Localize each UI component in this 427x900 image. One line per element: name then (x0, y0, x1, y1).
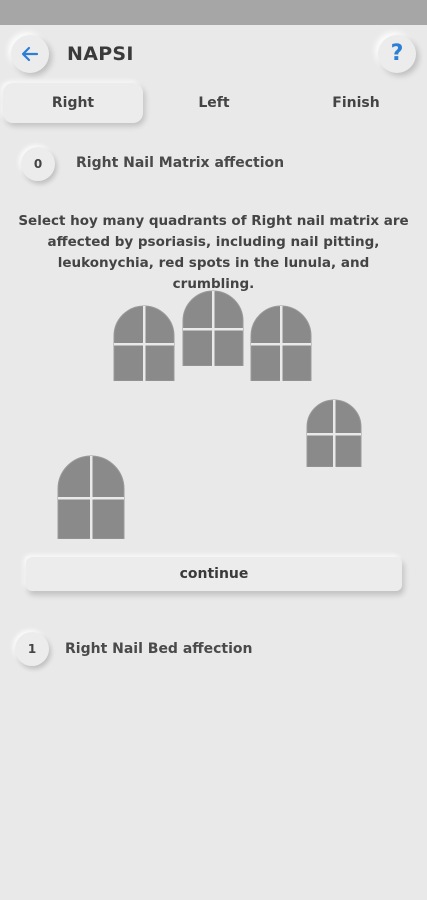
step-number-1: 1 (15, 632, 49, 666)
nail-quadrant-4[interactable] (306, 399, 362, 467)
nail-quadrant-3[interactable] (250, 305, 312, 381)
tab-bar: Right Left Finish (0, 83, 427, 125)
step-number-0: 0 (21, 147, 55, 181)
nail-quadrant-5[interactable] (57, 455, 125, 539)
nail-quadrant-2[interactable] (182, 290, 244, 366)
instructions-text: Select hoy many quadrants of Right nail … (18, 213, 409, 292)
step-title-matrix: Right Nail Matrix affection (76, 155, 285, 171)
page-title: NAPSI (67, 43, 134, 65)
arrow-left-icon (21, 46, 39, 62)
tab-left[interactable]: Left (143, 83, 285, 123)
help-button[interactable]: ? (378, 35, 416, 73)
back-button[interactable] (11, 35, 49, 73)
nail-quadrant-1[interactable] (113, 305, 175, 381)
step-title-bed[interactable]: Right Nail Bed affection (65, 641, 253, 657)
status-bar (0, 0, 427, 25)
tab-finish[interactable]: Finish (285, 83, 427, 123)
question-mark-icon: ? (390, 41, 404, 66)
app-bar: NAPSI ? (0, 25, 427, 83)
tab-right[interactable]: Right (3, 83, 143, 123)
continue-button[interactable]: continue (26, 557, 402, 591)
